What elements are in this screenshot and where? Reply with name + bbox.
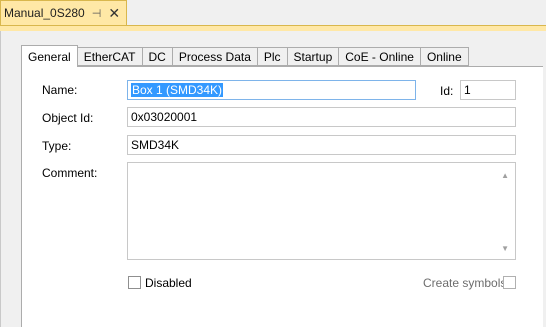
tab-process-data[interactable]: Process Data [172, 47, 258, 66]
create-symbols-label: Create symbols [423, 276, 507, 290]
object-id-label: Object Id: [42, 111, 94, 125]
tab-online[interactable]: Online [420, 47, 469, 66]
document-tab-title: Manual_0S280 [4, 6, 85, 20]
object-id-input[interactable]: 0x03020001 [127, 107, 516, 127]
disabled-label: Disabled [145, 276, 192, 290]
tab-plc[interactable]: Plc [257, 47, 288, 66]
pin-icon[interactable]: ⊣ [92, 7, 102, 20]
tab-coe-online[interactable]: CoE - Online [339, 47, 421, 66]
scroll-up-icon[interactable]: ▲ [501, 171, 509, 180]
comment-textarea[interactable]: ▲ ▼ [127, 162, 516, 260]
tab-ethercat[interactable]: EtherCAT [77, 47, 143, 66]
type-label: Type: [42, 139, 72, 153]
name-value: Box 1 (SMD34K) [131, 83, 224, 97]
tab-general[interactable]: General [21, 45, 78, 67]
name-label: Name: [42, 83, 78, 97]
comment-label: Comment: [42, 166, 98, 180]
id-input[interactable]: 1 [460, 80, 516, 100]
type-input[interactable]: SMD34K [127, 135, 516, 155]
id-label: Id: [440, 84, 454, 98]
scroll-down-icon[interactable]: ▼ [501, 244, 509, 253]
create-symbols-checkbox[interactable] [503, 276, 516, 289]
tab-dc[interactable]: DC [142, 47, 173, 66]
disabled-checkbox[interactable] [128, 276, 141, 289]
name-input[interactable]: Box 1 (SMD34K) [127, 80, 416, 100]
tab-startup[interactable]: Startup [287, 47, 340, 66]
document-tab[interactable]: Manual_0S280 ⊣ ✕ [0, 0, 128, 25]
close-icon[interactable]: ✕ [108, 6, 120, 20]
tab-bar: General EtherCAT DC Process Data Plc Sta… [21, 45, 469, 67]
